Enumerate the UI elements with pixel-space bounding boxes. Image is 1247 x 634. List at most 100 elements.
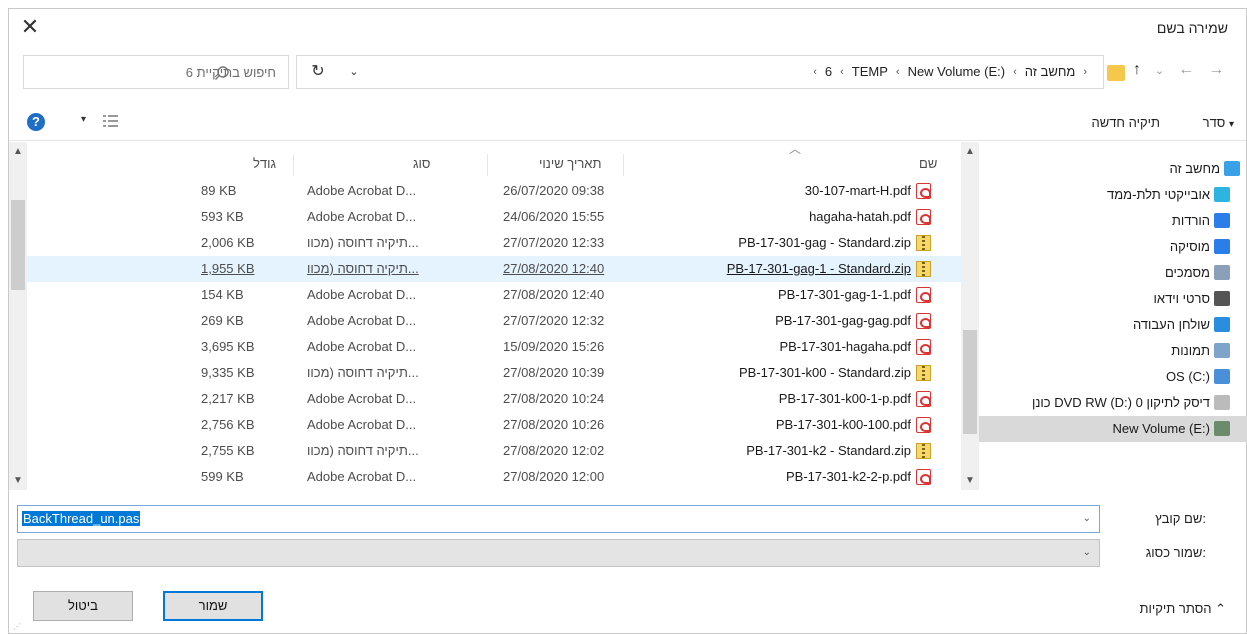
- breadcrumb: ‹ 6 ‹ TEMP ‹ New Volume (E:) ‹ מחשב זה ›: [809, 64, 1091, 79]
- nav-item[interactable]: New Volume (E:): [979, 416, 1247, 442]
- file-type: Adobe Acrobat D...: [307, 391, 417, 406]
- nav-item[interactable]: כונן DVD RW (D:) דיסק לתיקון 0: [979, 390, 1247, 416]
- nav-item-label: הורדות: [1171, 213, 1210, 228]
- organize-button[interactable]: סדר ▾: [1203, 115, 1234, 130]
- file-date: 27/08/2020 12:40: [503, 261, 605, 276]
- column-header-name[interactable]: שם: [919, 150, 937, 176]
- file-list-scrollbar[interactable]: ▲ ▼: [9, 142, 27, 490]
- nav-item[interactable]: מוסיקה: [979, 234, 1247, 260]
- filename-value[interactable]: BackThread_un.pas: [22, 511, 141, 526]
- scroll-thumb[interactable]: [11, 200, 25, 290]
- search-input[interactable]: חיפוש בתיקיית 6: [23, 55, 289, 89]
- address-dropdown-icon[interactable]: ⌄: [343, 61, 365, 83]
- column-header-size[interactable]: גודל: [253, 150, 276, 176]
- nav-item[interactable]: מסמכים: [979, 260, 1247, 286]
- filetype-select[interactable]: ⌄: [17, 539, 1100, 567]
- dvd-icon: [1214, 395, 1230, 410]
- close-icon[interactable]: ✕: [13, 13, 47, 43]
- file-size: 2,217 KB: [201, 391, 255, 406]
- file-date: 24/06/2020 15:55: [503, 209, 605, 224]
- video-icon: [1214, 291, 1230, 306]
- hide-folders-button[interactable]: הסתר תיקיות ⌃: [1140, 601, 1226, 617]
- download-icon: [1214, 213, 1230, 228]
- file-row[interactable]: 2,217 KB Adobe Acrobat D... 27/08/2020 10:…: [27, 386, 961, 412]
- chevron-left-icon: ‹: [840, 65, 844, 78]
- nav-item[interactable]: אובייקטי תלת-ממד: [979, 182, 1247, 208]
- view-options-icon[interactable]: ▾: [81, 114, 86, 125]
- help-icon[interactable]: ?: [27, 113, 45, 131]
- file-name: hagaha-hatah.pdf: [809, 209, 911, 224]
- file-name: PB-17-301-k00-100.pdf: [775, 417, 911, 432]
- nav-item[interactable]: תמונות: [979, 338, 1247, 364]
- details-view-icon[interactable]: [103, 114, 119, 128]
- back-arrow-icon[interactable]: ←: [1178, 61, 1194, 81]
- crumb-6[interactable]: 6: [825, 64, 832, 79]
- file-row[interactable]: 2,006 KB תיקיה דחוסה (מכוו... 27/07/2020 1…: [27, 230, 961, 256]
- toolbar: ? ▾ תיקיה חדשה סדר ▾: [9, 105, 1246, 141]
- column-header-type[interactable]: סוג: [413, 150, 430, 176]
- folder-icon: [1107, 65, 1125, 81]
- file-size: 9,335 KB: [201, 365, 255, 380]
- zip-file-icon: [916, 261, 931, 277]
- scroll-down-icon[interactable]: ▼: [965, 475, 975, 486]
- scroll-up-icon[interactable]: ▲: [965, 146, 975, 157]
- resize-grip[interactable]: ⋰: [13, 622, 21, 631]
- nav-item[interactable]: הורדות: [979, 208, 1247, 234]
- address-bar[interactable]: ↻ ⌄ ‹ 6 ‹ TEMP ‹ New Volume (E:) ‹ מחשב …: [296, 55, 1104, 89]
- file-row[interactable]: 269 KB Adobe Acrobat D... 27/07/2020 12:32…: [27, 308, 961, 334]
- file-row[interactable]: 2,756 KB Adobe Acrobat D... 27/08/2020 10:…: [27, 412, 961, 438]
- file-row[interactable]: 2,755 KB תיקיה דחוסה (מכוו... 27/08/2020 1…: [27, 438, 961, 464]
- file-row[interactable]: 154 KB Adobe Acrobat D... 27/08/2020 12:40…: [27, 282, 961, 308]
- save-button[interactable]: שמור: [163, 591, 263, 621]
- column-divider[interactable]: [487, 154, 488, 176]
- desktop-icon: [1214, 317, 1230, 332]
- search-placeholder: חיפוש בתיקיית 6: [185, 65, 276, 80]
- up-arrow-icon[interactable]: ↑: [1133, 61, 1141, 81]
- refresh-icon[interactable]: ↻: [307, 61, 329, 83]
- column-divider[interactable]: [623, 154, 624, 176]
- filename-input[interactable]: BackThread_un.pas ⌄: [17, 505, 1100, 533]
- file-type: Adobe Acrobat D...: [307, 339, 417, 354]
- nav-item-label: תמונות: [1171, 343, 1210, 358]
- pdf-file-icon: [916, 183, 931, 199]
- file-row[interactable]: 89 KB Adobe Acrobat D... 26/07/2020 09:38 3…: [27, 178, 961, 204]
- file-size: 154 KB: [201, 287, 244, 302]
- column-divider[interactable]: [293, 154, 294, 176]
- file-name: PB-17-301-gag - Standard.zip: [738, 235, 911, 250]
- scroll-down-icon[interactable]: ▼: [13, 475, 23, 486]
- crumb-new-volume[interactable]: New Volume (E:): [908, 64, 1006, 79]
- chevron-down-icon[interactable]: ⌄: [1083, 513, 1091, 524]
- file-row[interactable]: 1,955 KB תיקיה דחוסה (מכוו... 27/08/2020 1…: [27, 256, 961, 282]
- file-list: ︿ גודל סוג תאריך שינוי שם 89 KB Adobe Acr…: [27, 142, 961, 490]
- file-size: 2,755 KB: [201, 443, 255, 458]
- file-row[interactable]: 3,695 KB Adobe Acrobat D... 15/09/2020 15:…: [27, 334, 961, 360]
- cancel-button[interactable]: ביטול: [33, 591, 133, 621]
- crumb-temp[interactable]: TEMP: [852, 64, 888, 79]
- new-folder-button[interactable]: תיקיה חדשה: [1092, 115, 1161, 130]
- file-type: תיקיה דחוסה (מכוו...: [307, 443, 419, 458]
- file-name: PB-17-301-k2 - Standard.zip: [746, 443, 911, 458]
- nav-item-label: סרטי וידאו: [1153, 291, 1210, 306]
- column-header-date[interactable]: תאריך שינוי: [539, 150, 601, 176]
- file-name: PB-17-301-gag-1-1.pdf: [778, 287, 911, 302]
- recent-locations-icon[interactable]: ⌄: [1155, 61, 1164, 81]
- file-row[interactable]: 9,335 KB תיקיה דחוסה (מכוו... 27/08/2020 1…: [27, 360, 961, 386]
- crumb-overflow-icon[interactable]: ‹: [813, 66, 817, 78]
- nav-item[interactable]: מחשב זה: [979, 156, 1247, 182]
- chevron-down-icon[interactable]: ⌄: [1083, 547, 1091, 558]
- file-date: 27/07/2020 12:32: [503, 313, 605, 328]
- scroll-thumb[interactable]: [963, 330, 977, 434]
- crumb-this-pc[interactable]: מחשב זה: [1025, 64, 1076, 79]
- file-row[interactable]: 593 KB Adobe Acrobat D... 24/06/2020 15:55…: [27, 204, 961, 230]
- nav-item-label: New Volume (E:): [1112, 421, 1210, 436]
- file-row[interactable]: 599 KB Adobe Acrobat D... 27/08/2020 12:00…: [27, 464, 961, 490]
- nav-item[interactable]: שולחן העבודה: [979, 312, 1247, 338]
- file-size: 1,955 KB: [201, 261, 255, 276]
- forward-arrow-icon[interactable]: →: [1208, 61, 1224, 81]
- file-name: PB-17-301-k00 - Standard.zip: [739, 365, 911, 380]
- nav-pane-scrollbar[interactable]: ▲ ▼: [961, 142, 979, 490]
- nav-item[interactable]: סרטי וידאו: [979, 286, 1247, 312]
- file-name: PB-17-301-k2-2-p.pdf: [785, 469, 911, 484]
- scroll-up-icon[interactable]: ▲: [13, 146, 23, 157]
- nav-item[interactable]: OS (C:): [979, 364, 1247, 390]
